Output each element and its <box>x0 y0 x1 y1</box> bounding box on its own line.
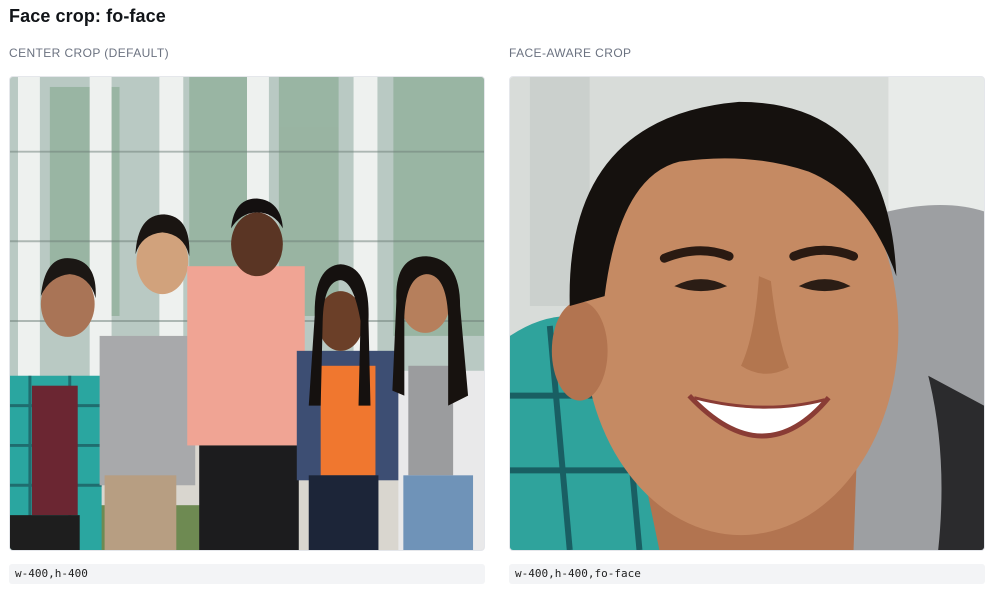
face-crop-panel: FACE-AWARE CROP w-400,h-400,fo-face <box>509 46 985 584</box>
center-crop-image <box>9 76 485 551</box>
face-crop-image <box>509 76 985 551</box>
face-crop-label: FACE-AWARE CROP <box>509 46 632 60</box>
center-crop-panel: CENTER CROP (DEFAULT) w-400,h-400 <box>9 46 485 584</box>
face-closeup <box>510 77 984 550</box>
face-crop-transform: w-400,h-400,fo-face <box>509 564 985 584</box>
group-photo <box>10 77 484 550</box>
page-title: Face crop: fo-face <box>9 6 166 26</box>
center-crop-transform: w-400,h-400 <box>9 564 485 584</box>
center-crop-label: CENTER CROP (DEFAULT) <box>9 46 169 60</box>
